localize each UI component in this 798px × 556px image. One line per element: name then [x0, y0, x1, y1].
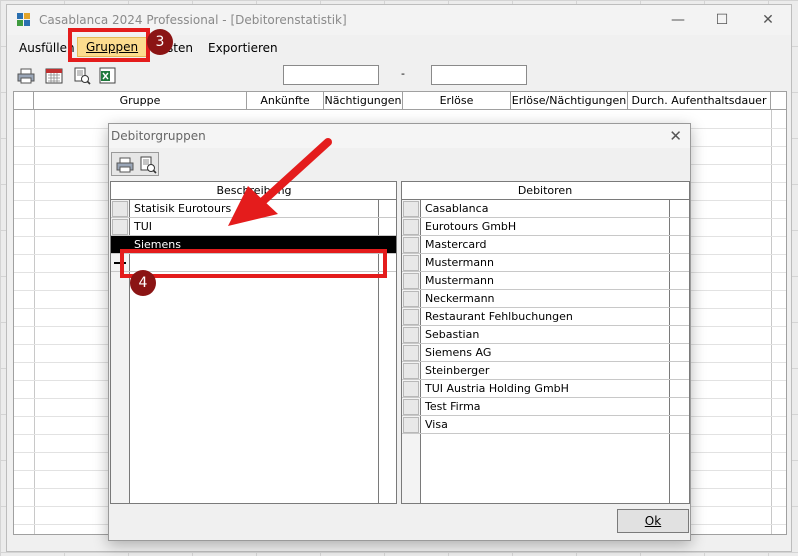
annotation-arrow-icon: [228, 138, 332, 226]
